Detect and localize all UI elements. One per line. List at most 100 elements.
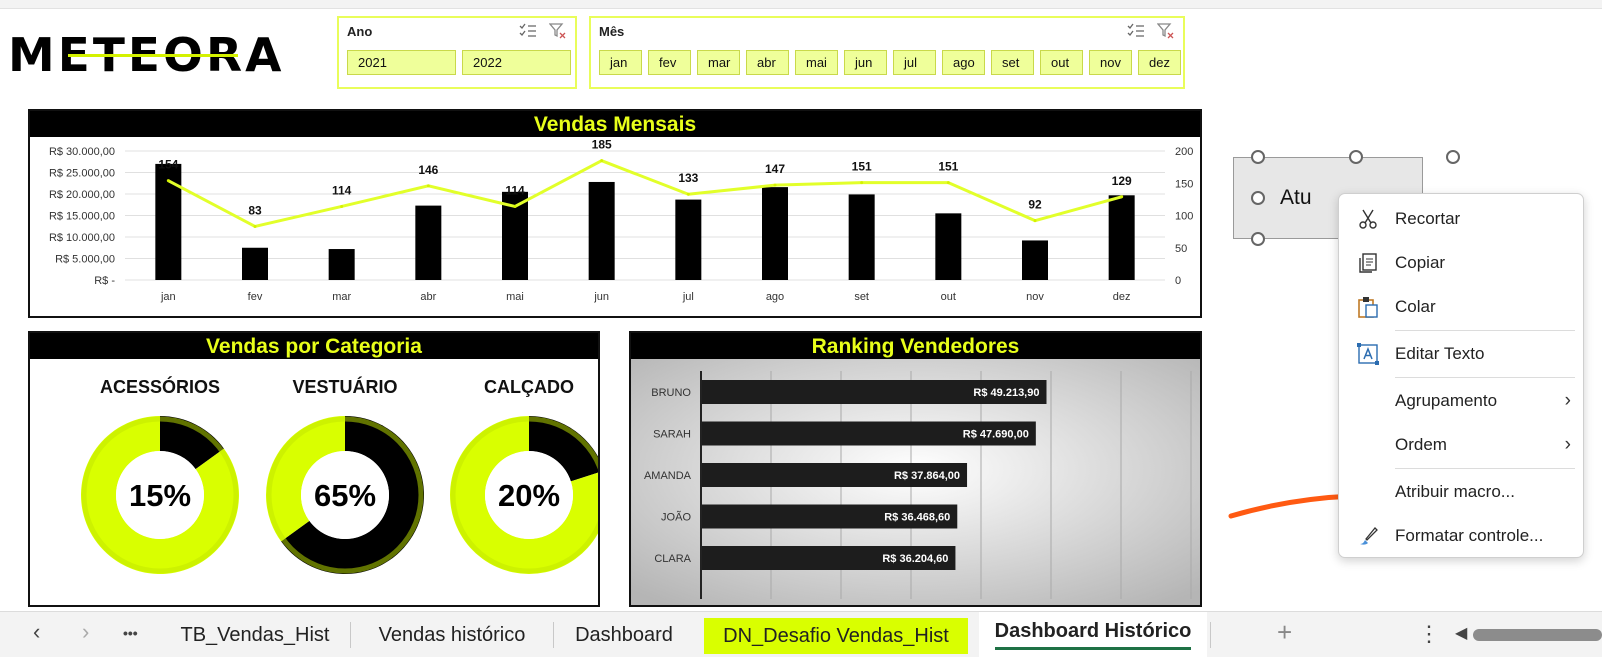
menu-label: Atribuir macro...	[1395, 482, 1515, 501]
x-axis-tick-label: nov	[1026, 291, 1044, 303]
sales-bar	[762, 187, 788, 280]
resize-handle[interactable]	[1251, 232, 1265, 246]
donut-percent-label: 20%	[498, 478, 560, 513]
y-axis-tick-label: R$ 30.000,00	[49, 146, 115, 158]
quantity-point	[253, 224, 257, 228]
menu-item-ordem[interactable]: Ordem ›	[1339, 425, 1585, 465]
quantity-point	[860, 181, 864, 185]
resize-handle[interactable]	[1251, 150, 1265, 164]
multi-select-icon[interactable]	[519, 23, 537, 39]
menu-separator	[1395, 468, 1575, 469]
resize-handle[interactable]	[1446, 150, 1460, 164]
slicer-ano-button-2022[interactable]: 2022	[462, 50, 571, 75]
slicer-mes-button-fev[interactable]: fev	[648, 50, 691, 75]
resize-handle[interactable]	[1349, 150, 1363, 164]
slicer-ano-buttons: 2021 2022	[347, 50, 571, 75]
edit-text-icon	[1357, 343, 1379, 365]
prev-sheet-icon[interactable]: ‹	[33, 619, 40, 645]
menu-item-atribuir-macro[interactable]: Atribuir macro...	[1339, 472, 1585, 512]
quantity-point	[513, 204, 517, 208]
x-axis-tick-label: jan	[160, 291, 176, 303]
category-donuts: 15% 65% 20%	[80, 416, 598, 574]
slicer-mes-button-ago[interactable]: ago	[942, 50, 985, 75]
seller-name-label: CLARA	[654, 553, 691, 565]
resize-handle[interactable]	[1251, 191, 1265, 205]
menu-separator	[1395, 330, 1575, 331]
ranking-vendedores-panel[interactable]: Ranking Vendedores BRUNO R$ 49.213,90 SARA…	[629, 331, 1202, 607]
quantity-data-label: 133	[678, 171, 698, 185]
quantity-data-label: 114	[505, 183, 525, 197]
tab-dashboard-historico[interactable]: Dashboard Histórico	[979, 612, 1207, 657]
tab-dn-desafio[interactable]: DN_Desafio Vendas_Hist	[704, 618, 968, 654]
horizontal-scrollbar[interactable]	[1473, 629, 1602, 641]
quantity-data-label: 147	[765, 162, 785, 176]
paste-icon	[1358, 297, 1378, 318]
vendas-categoria-panel[interactable]: Vendas por Categoria ACESSÓRIOS VESTUÁRI…	[28, 331, 600, 607]
quantity-point	[426, 184, 430, 188]
sheet-tab-bar: ‹ › ••• TB_Vendas_Hist Vendas histórico …	[0, 611, 1602, 657]
menu-label: Ordem	[1395, 435, 1447, 454]
y2-axis-tick-label: 50	[1175, 243, 1187, 255]
slicer-mes-button-set[interactable]: set	[991, 50, 1034, 75]
slicer-mes-button-mai[interactable]: mai	[795, 50, 838, 75]
ranking-vendedores-title: Ranking Vendedores	[631, 333, 1200, 359]
slicer-mes-button-jul[interactable]: jul	[893, 50, 936, 75]
sales-bar	[1108, 195, 1135, 280]
menu-item-copiar[interactable]: Copiar	[1339, 243, 1585, 283]
sales-bar	[1022, 240, 1048, 280]
update-shape-label: Atu	[1280, 186, 1312, 209]
format-control-icon	[1360, 527, 1378, 545]
x-axis-tick-label: mai	[506, 291, 524, 303]
slicer-mes-button-out[interactable]: out	[1040, 50, 1083, 75]
vendas-mensais-title: Vendas Mensais	[30, 111, 1200, 137]
x-axis-tick-label: set	[854, 291, 869, 303]
seller-value-label: R$ 49.213,90	[973, 387, 1039, 399]
menu-label: Colar	[1395, 297, 1436, 316]
menu-item-recortar[interactable]: Recortar	[1339, 199, 1585, 239]
scroll-left-icon[interactable]: ◀	[1455, 623, 1467, 643]
tab-tb-vendas-hist[interactable]: TB_Vendas_Hist	[170, 612, 340, 657]
multi-select-icon[interactable]	[1127, 23, 1145, 39]
seller-name-label: AMANDA	[644, 470, 692, 482]
menu-item-agrupamento[interactable]: Agrupamento ›	[1339, 381, 1585, 421]
x-axis-tick-label: fev	[248, 291, 263, 303]
slicer-mes-button-jun[interactable]: jun	[844, 50, 887, 75]
menu-item-colar[interactable]: Colar	[1339, 287, 1585, 327]
slicer-ano[interactable]: Ano 2021 2022	[337, 16, 577, 89]
add-sheet-icon[interactable]: +	[1277, 617, 1292, 648]
quantity-point	[340, 204, 344, 208]
sheet-options-icon[interactable]: ⋮	[1418, 621, 1440, 647]
sales-bar	[415, 205, 442, 280]
menu-label: Agrupamento	[1395, 391, 1498, 410]
quantity-data-label: 154	[158, 158, 178, 172]
quantity-data-label: 151	[852, 160, 872, 174]
menu-item-editar-texto[interactable]: Editar Texto	[1339, 334, 1585, 374]
sales-bar	[675, 199, 702, 280]
vendas-mensais-chart: R$ 30.000,00 R$ 25.000,00 R$ 20.000,00 R$ 1…	[49, 138, 1193, 303]
slicer-mes-title: Mês	[599, 24, 625, 39]
slicer-mes-button-jan[interactable]: jan	[599, 50, 642, 75]
slicer-mes-button-nov[interactable]: nov	[1089, 50, 1132, 75]
scissors-icon	[1359, 209, 1377, 229]
quantity-point	[600, 159, 604, 163]
y-axis-tick-label: R$ -	[94, 275, 115, 287]
quantity-data-label: 83	[248, 203, 262, 217]
seller-value-label: R$ 37.864,00	[894, 470, 960, 482]
clear-filter-icon[interactable]	[549, 23, 567, 39]
sheet-top-border	[0, 0, 1602, 9]
next-sheet-icon[interactable]: ›	[82, 619, 89, 645]
tab-vendas-historico[interactable]: Vendas histórico	[358, 612, 546, 657]
slicer-mes-button-mar[interactable]: mar	[697, 50, 740, 75]
seller-value-label: R$ 36.468,60	[884, 512, 950, 524]
slicer-mes-button-abr[interactable]: abr	[746, 50, 789, 75]
quantity-point	[166, 179, 170, 183]
more-sheets-icon[interactable]: •••	[123, 625, 138, 641]
slicer-mes[interactable]: Mês jan fev mar abr mai jun jul ago set out nov dez	[589, 16, 1185, 89]
sales-bar	[935, 213, 962, 280]
tab-dashboard[interactable]: Dashboard	[560, 612, 688, 657]
slicer-mes-button-dez[interactable]: dez	[1138, 50, 1181, 75]
slicer-ano-button-2021[interactable]: 2021	[347, 50, 456, 75]
clear-filter-icon[interactable]	[1157, 23, 1175, 39]
menu-item-formatar-controle[interactable]: Formatar controle...	[1339, 516, 1585, 556]
vendas-mensais-panel[interactable]: Vendas Mensais R$ 30.000,00 R$ 25.000,00 R…	[28, 109, 1202, 318]
